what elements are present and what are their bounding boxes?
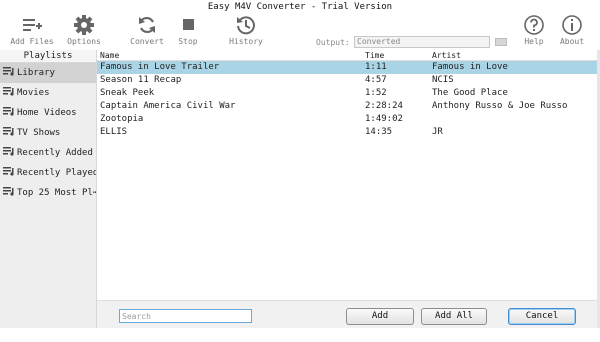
table-row[interactable]: Zootopia 1:49:02	[97, 113, 600, 126]
stop-icon	[183, 19, 194, 30]
options-label: Options	[67, 37, 101, 46]
sidebar-item-top-25[interactable]: Top 25 Most Pl⋯	[0, 183, 96, 203]
browse-output-button[interactable]	[495, 38, 507, 46]
gear-icon	[74, 15, 94, 35]
playlist-icon	[3, 127, 14, 136]
sidebar-item-library[interactable]: Library	[0, 63, 96, 83]
cell-name: Famous in Love Trailer	[100, 62, 220, 72]
sidebar-item-label: Recently Played	[17, 168, 96, 178]
cell-artist: Famous in Love	[432, 62, 508, 72]
about-label: About	[559, 37, 585, 46]
search-input[interactable]	[119, 309, 252, 323]
about-button[interactable]: About	[548, 12, 596, 48]
add-files-icon	[23, 19, 42, 31]
column-header-name[interactable]: Name	[100, 51, 119, 60]
history-icon	[237, 16, 255, 35]
cell-artist: NCIS	[432, 75, 454, 85]
options-button[interactable]: Options	[60, 12, 108, 48]
sidebar-item-movies[interactable]: Movies	[0, 83, 96, 103]
cell-time: 1:52	[365, 88, 387, 98]
cancel-button[interactable]: Cancel	[508, 308, 576, 325]
toolbar: Add Files Options Convert Stop History O…	[0, 12, 600, 50]
column-header-artist[interactable]: Artist	[432, 51, 461, 60]
help-icon	[524, 15, 544, 35]
table-row[interactable]: Famous in Love Trailer 1:11 Famous in Lo…	[97, 61, 600, 74]
sidebar-item-home-videos[interactable]: Home Videos	[0, 103, 96, 123]
sidebar-item-label: Movies	[17, 88, 50, 98]
table-row[interactable]: Season 11 Recap 4:57 NCIS	[97, 74, 600, 87]
window-bottom-edge	[0, 328, 600, 342]
sidebar-item-label: Home Videos	[17, 108, 77, 118]
playlists-header: Playlists	[0, 50, 96, 63]
sidebar-item-tv-shows[interactable]: TV Shows	[0, 123, 96, 143]
add-all-button[interactable]: Add All	[421, 308, 487, 325]
output-path-field[interactable]: Converted	[354, 36, 490, 48]
bottom-bar: Add Add All Cancel	[97, 300, 597, 328]
playlist-icon	[3, 87, 14, 96]
cell-artist: The Good Place	[432, 88, 508, 98]
sidebar-item-recently-played[interactable]: Recently Played	[0, 163, 96, 183]
sidebar-item-label: Library	[17, 68, 55, 78]
stop-label: Stop	[178, 37, 198, 46]
sidebar-item-label: Top 25 Most Pl⋯	[17, 188, 96, 198]
info-icon	[562, 15, 582, 35]
add-files-button[interactable]: Add Files	[8, 12, 56, 48]
cell-time: 14:35	[365, 127, 393, 137]
cell-name: Captain America Civil War	[100, 101, 236, 111]
playlist-icon	[3, 107, 14, 116]
sidebar-item-recently-added[interactable]: Recently Added	[0, 143, 96, 163]
convert-icon	[139, 16, 155, 34]
history-button[interactable]: History	[222, 12, 270, 48]
playlist-icon	[3, 187, 14, 196]
video-list: Name Time Artist Famous in Love Trailer …	[97, 50, 600, 300]
cell-artist: JR	[432, 127, 443, 137]
column-header-time[interactable]: Time	[365, 51, 384, 60]
table-row[interactable]: Sneak Peek 1:52 The Good Place	[97, 87, 600, 100]
table-row[interactable]: Captain America Civil War 2:28:24 Anthon…	[97, 100, 600, 113]
cell-name: Sneak Peek	[100, 88, 155, 98]
playlists-sidebar: Playlists Library Movies Home Videos TV …	[0, 50, 97, 328]
sidebar-item-label: TV Shows	[17, 128, 61, 138]
output-label: Output:	[316, 38, 350, 47]
cell-name: ELLIS	[100, 127, 128, 137]
stop-button[interactable]: Stop	[164, 12, 212, 48]
add-files-label: Add Files	[10, 37, 54, 46]
playlist-icon	[3, 147, 14, 156]
cell-name: Zootopia	[100, 114, 144, 124]
history-label: History	[229, 37, 263, 46]
cell-artist: Anthony Russo & Joe Russo	[432, 101, 568, 111]
cell-time: 2:28:24	[365, 101, 403, 111]
list-header: Name Time Artist	[97, 50, 600, 61]
cell-time: 1:11	[365, 62, 387, 72]
sidebar-item-label: Recently Added	[17, 148, 93, 158]
cell-name: Season 11 Recap	[100, 75, 182, 85]
add-button[interactable]: Add	[346, 308, 414, 325]
table-row[interactable]: ELLIS 14:35 JR	[97, 126, 600, 139]
cell-time: 1:49:02	[365, 114, 403, 124]
playlist-icon	[3, 167, 14, 176]
cell-time: 4:57	[365, 75, 387, 85]
playlist-icon	[3, 67, 14, 76]
